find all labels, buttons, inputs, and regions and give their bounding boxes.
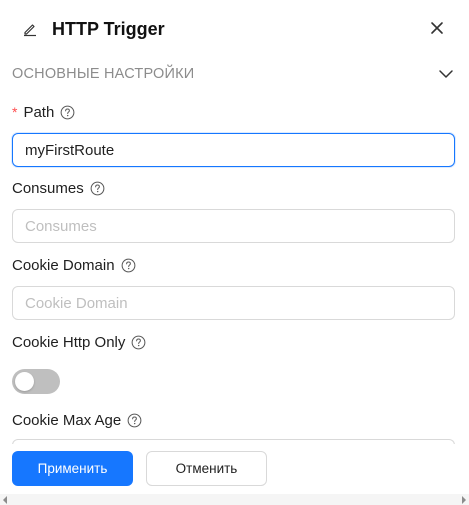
path-label-row: * Path [12, 102, 75, 122]
help-icon[interactable] [90, 181, 105, 196]
help-icon[interactable] [121, 258, 136, 273]
help-icon[interactable] [60, 105, 75, 120]
consumes-input[interactable] [12, 209, 455, 243]
section-title: ОСНОВНЫЕ НАСТРОЙКИ [12, 66, 195, 82]
cookie-domain-label-row: Cookie Domain [12, 255, 136, 275]
cancel-button[interactable]: Отменить [146, 451, 267, 486]
horizontal-scrollbar[interactable] [0, 494, 469, 505]
scroll-left-icon[interactable] [3, 496, 7, 504]
cookie-http-only-label: Cookie Http Only [12, 333, 126, 351]
cookie-http-only-label-row: Cookie Http Only [12, 332, 146, 352]
section-basic-settings[interactable]: ОСНОВНЫЕ НАСТРОЙКИ [0, 58, 469, 90]
close-icon[interactable] [428, 19, 446, 37]
path-input[interactable] [12, 133, 455, 167]
consumes-label-row: Consumes [12, 178, 105, 198]
cookie-max-age-label: Cookie Max Age [12, 411, 122, 429]
cookie-domain-label: Cookie Domain [12, 256, 115, 274]
consumes-label: Consumes [12, 179, 84, 197]
toggle-knob [15, 372, 34, 391]
panel-title: HTTP Trigger [52, 19, 165, 39]
apply-button[interactable]: Применить [12, 451, 133, 486]
scroll-right-icon[interactable] [462, 496, 466, 504]
panel-footer: Применить Отменить [0, 444, 469, 494]
edit-icon[interactable] [22, 21, 38, 37]
path-label: Path [23, 103, 55, 121]
panel-header: HTTP Trigger [0, 0, 469, 58]
required-asterisk: * [12, 104, 18, 120]
cookie-http-only-toggle[interactable] [12, 369, 60, 394]
help-icon[interactable] [131, 335, 146, 350]
help-icon[interactable] [127, 413, 142, 428]
cookie-max-age-label-row: Cookie Max Age [12, 410, 142, 430]
chevron-down-icon[interactable] [438, 66, 454, 82]
cookie-domain-input[interactable] [12, 286, 455, 320]
